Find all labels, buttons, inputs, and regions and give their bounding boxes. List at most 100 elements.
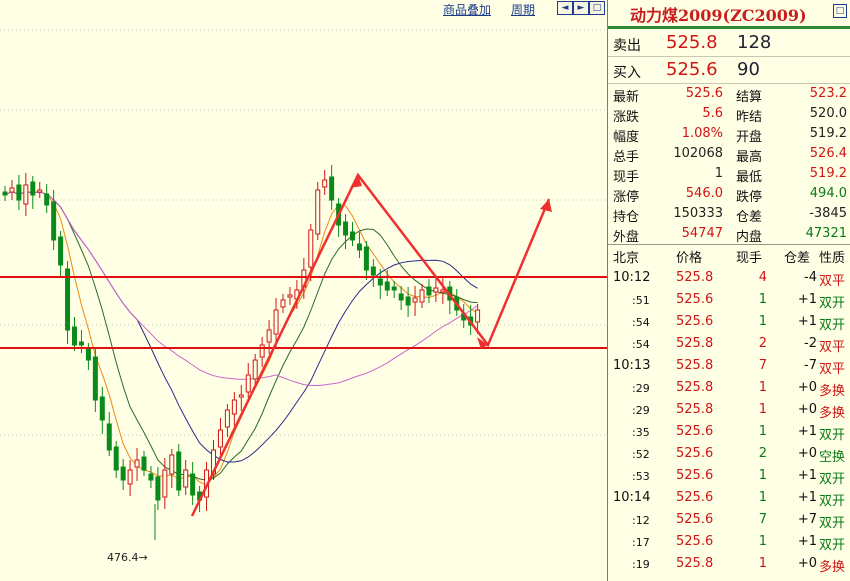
candle-body: [16, 184, 22, 201]
stat-row: 持仓 150333 仓差 -3845: [608, 204, 850, 225]
candle-body: [440, 289, 446, 293]
tick-price: 525.6: [676, 446, 714, 461]
stat-label: 昨结: [736, 110, 763, 125]
tick-price: 525.6: [676, 512, 714, 527]
candle-body: [322, 179, 328, 188]
stat-value: 546.0: [685, 186, 723, 201]
tick-time: 10:12: [613, 270, 651, 285]
period-link[interactable]: 周期: [511, 1, 535, 18]
window-toggle-icon[interactable]: □: [833, 4, 847, 18]
bid-volume: 90: [737, 59, 760, 80]
col-volume-header: 现手: [736, 251, 763, 266]
tick-nature: 多换: [819, 560, 846, 575]
candle-body: [280, 299, 286, 308]
tick-price: 525.8: [676, 380, 714, 395]
candle-body: [58, 236, 64, 266]
tick-volume: 1: [758, 534, 767, 549]
tick-row: :12 525.6 7 +7 双开: [608, 509, 850, 531]
tick-time: :54: [632, 316, 650, 329]
tick-time: 10:13: [613, 358, 651, 373]
candle-body: [343, 221, 349, 236]
stat-value: 5.6: [702, 106, 723, 121]
candle-body: [127, 469, 133, 485]
candle-body: [412, 297, 418, 303]
tick-price: 525.6: [676, 490, 714, 505]
stat-value: 494.0: [809, 186, 847, 201]
candle-body: [176, 451, 182, 491]
tick-price: 525.6: [676, 468, 714, 483]
chart-canvas[interactable]: [0, 0, 607, 581]
divider: [608, 244, 850, 245]
tick-price: 525.6: [676, 534, 714, 549]
stat-value: 54747: [681, 226, 723, 241]
tick-volume: 2: [758, 336, 767, 351]
candle-body: [183, 469, 189, 488]
stat-value: -3845: [809, 206, 847, 221]
maximize-icon[interactable]: □: [589, 1, 605, 15]
candle-body: [315, 189, 321, 235]
tick-nature: 双平: [819, 362, 846, 377]
tick-price: 525.8: [676, 270, 714, 285]
candle-body: [475, 309, 481, 323]
tick-row: :17 525.6 1 +1 双开: [608, 531, 850, 553]
candle-body: [217, 429, 223, 448]
ask-row: 卖出 525.8 128: [608, 30, 850, 57]
overlay-link[interactable]: 商品叠加: [443, 1, 491, 18]
candle-body: [266, 329, 272, 343]
tick-time: :12: [632, 514, 650, 527]
tick-time: :19: [632, 558, 650, 571]
candle-body: [155, 476, 161, 501]
stat-label: 总手: [613, 150, 640, 165]
stat-label: 仓差: [736, 210, 763, 225]
candle-body: [72, 326, 77, 346]
stat-row: 最新 525.6 结算 523.2: [608, 84, 850, 105]
candle-body: [37, 189, 43, 193]
tick-oi-change: +1: [797, 314, 817, 329]
tick-row: 10:13 525.8 7 -7 双平: [608, 355, 850, 377]
candle-body: [287, 294, 293, 298]
stat-value: 526.4: [809, 146, 847, 161]
tick-time: :52: [632, 448, 650, 461]
candle-body: [384, 281, 390, 291]
scroll-right-button[interactable]: ►: [573, 1, 589, 15]
stat-label: 最新: [613, 90, 640, 105]
tick-volume: 1: [758, 292, 767, 307]
tick-volume: 1: [758, 380, 767, 395]
candle-body: [30, 181, 36, 196]
candle-body: [162, 469, 168, 498]
scroll-left-button[interactable]: ◄: [557, 1, 573, 15]
stat-value: 520.0: [809, 106, 847, 121]
stat-label: 跌停: [736, 190, 763, 205]
tick-oi-change: +0: [797, 446, 817, 461]
stat-row: 幅度 1.08% 开盘 519.2: [608, 124, 850, 145]
candle-body: [51, 201, 57, 241]
candle-body: [85, 348, 91, 361]
stat-row: 总手 102068 最高 526.4: [608, 144, 850, 165]
bid-row: 买入 525.6 90: [608, 57, 850, 84]
candle-body: [99, 396, 105, 421]
tick-volume: 1: [758, 402, 767, 417]
candle-body: [391, 286, 397, 291]
arrow-head-up: [540, 199, 552, 212]
tick-nature: 双开: [819, 516, 846, 531]
candle-body: [238, 394, 244, 398]
candle-body: [398, 293, 404, 301]
tick-oi-change: -7: [804, 358, 817, 373]
candle-body: [120, 466, 126, 481]
candle-body: [134, 459, 140, 468]
tick-oi-change: +1: [797, 468, 817, 483]
stat-label: 最低: [736, 170, 763, 185]
tick-oi-change: +7: [797, 512, 817, 527]
tick-oi-change: +1: [797, 292, 817, 307]
tick-price: 525.6: [676, 424, 714, 439]
candle-body: [370, 266, 376, 276]
tick-price: 525.8: [676, 336, 714, 351]
candle-body: [106, 423, 112, 451]
tick-row: :52 525.6 2 +0 空换: [608, 443, 850, 465]
tick-time: :54: [632, 338, 650, 351]
tick-row: 10:12 525.8 4 -4 双平: [608, 267, 850, 289]
candle-body: [78, 341, 84, 346]
candlestick-chart[interactable]: 商品叠加 周期 ◄ ► □ 476.4→: [0, 0, 607, 581]
tick-oi-change: +1: [797, 424, 817, 439]
tick-time: :53: [632, 470, 650, 483]
